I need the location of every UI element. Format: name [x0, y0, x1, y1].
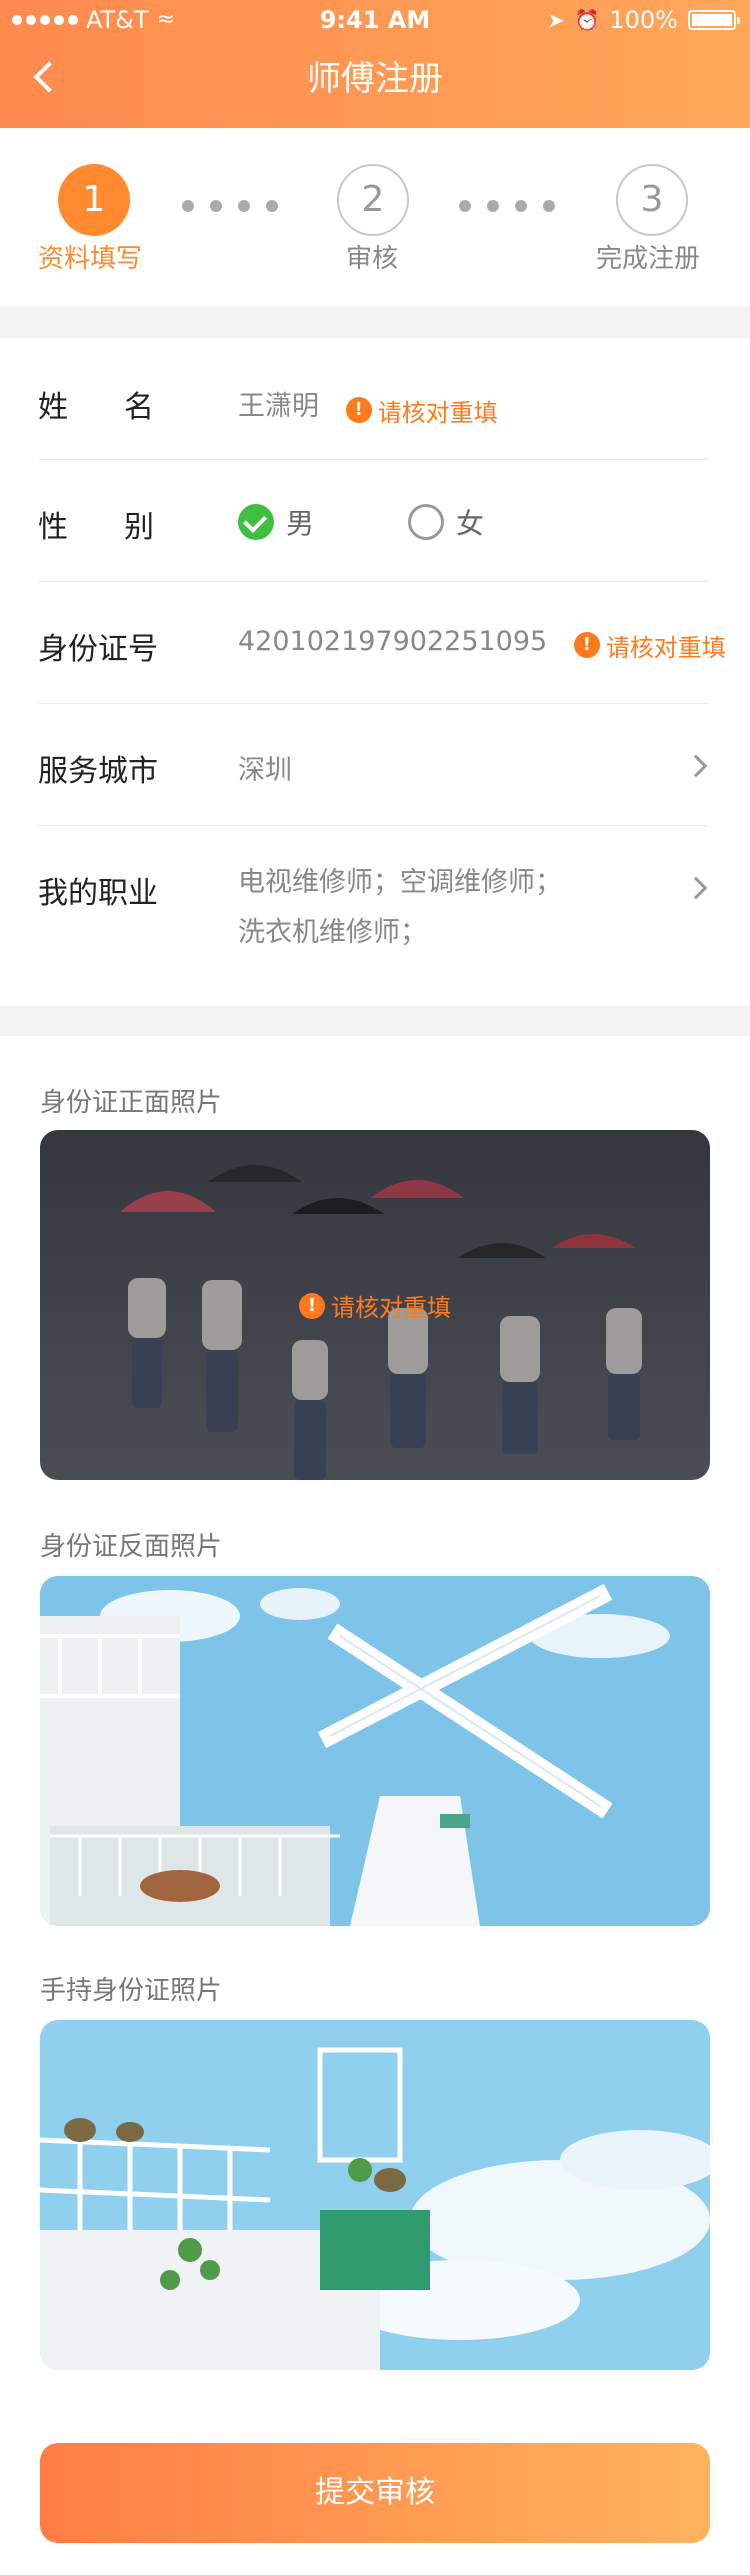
name-value-wrap: 王潇明 ! 请核对重填: [238, 384, 498, 428]
step-2-label: 审核: [346, 244, 399, 274]
handheld-photo-image: [40, 2020, 710, 2370]
step-3-label: 完成注册: [596, 244, 701, 274]
front-photo-upload[interactable]: ! 请核对重填: [40, 1130, 710, 1480]
id-number-row[interactable]: 身份证号 420102197902251095 ! 请核对重填: [38, 582, 726, 704]
city-row[interactable]: 服务城市 深圳: [38, 704, 708, 826]
gender-male-radio[interactable]: 男: [238, 502, 314, 542]
front-photo-warning: ! 请核对重填: [299, 1288, 451, 1323]
name-warning-text: 请核对重填: [377, 398, 498, 427]
job-line-1: 电视维修师；空调维修师；: [238, 867, 562, 898]
step-dots-2: [459, 200, 555, 212]
chevron-right-icon: [684, 876, 708, 900]
unchecked-circle-icon: [408, 504, 444, 540]
step-3-circle: 3: [616, 164, 688, 236]
handheld-photo-upload[interactable]: [40, 2020, 710, 2370]
id-number-warning-text: 请核对重填: [605, 633, 726, 662]
name-label: 姓名: [38, 390, 210, 425]
city-value: 深圳: [238, 755, 292, 786]
location-icon: ➤: [547, 8, 565, 32]
warning-icon: !: [299, 1292, 325, 1319]
handheld-photo-title: 手持身份证照片: [40, 1976, 223, 2006]
city-label: 服务城市: [38, 754, 158, 789]
back-photo-upload[interactable]: [40, 1576, 710, 1926]
alarm-icon: ⏰: [574, 8, 600, 32]
job-value: 电视维修师；空调维修师； 洗衣机维修师；: [238, 858, 562, 958]
id-number-value-wrap: 420102197902251095 ! 请核对重填: [238, 626, 726, 663]
job-label: 我的职业: [38, 876, 158, 911]
gender-female-radio[interactable]: 女: [408, 502, 484, 542]
gender-label: 性别: [38, 510, 210, 545]
step-2-circle: 2: [337, 164, 409, 236]
checked-circle-icon: [238, 504, 274, 540]
name-value[interactable]: 王潇明: [238, 391, 319, 422]
registration-steps: 1 资料填写 2 审核 3 完成注册: [0, 128, 750, 306]
id-number-value[interactable]: 420102197902251095: [238, 626, 547, 657]
battery-icon: [688, 10, 740, 30]
profile-form: 姓名 王潇明 ! 请核对重填 性别 男 女 身份证号 4201021979022…: [0, 338, 750, 1006]
battery-percent: 100%: [609, 6, 678, 34]
photo-section: 身份证正面照片 ! 请核对重填 身份证反面照片 手持身份证照片 提交审核: [0, 1036, 750, 2575]
submit-review-button[interactable]: 提交审核: [40, 2443, 710, 2543]
gender-male-label: 男: [286, 507, 315, 540]
step-dots-1: [182, 200, 278, 212]
warning-icon: !: [573, 632, 600, 658]
page-title: 师傅注册: [307, 59, 443, 99]
status-bar: AT&T ≈ 9:41 AM ➤ ⏰ 100%: [0, 0, 750, 40]
step-1-label: 资料填写: [38, 244, 143, 274]
chevron-right-icon: [684, 754, 708, 778]
job-line-2: 洗衣机维修师；: [238, 917, 427, 948]
front-photo-warning-wrap: ! 请核对重填: [40, 1288, 710, 1323]
back-photo-image: [40, 1576, 710, 1926]
gender-row: 性别 男 女: [38, 460, 708, 582]
front-photo-title: 身份证正面照片: [40, 1088, 223, 1118]
id-number-label: 身份证号: [38, 632, 158, 667]
name-row[interactable]: 姓名 王潇明 ! 请核对重填: [38, 338, 708, 460]
step-1-circle: 1: [58, 164, 130, 236]
job-row[interactable]: 我的职业 电视维修师；空调维修师； 洗衣机维修师；: [38, 826, 708, 1006]
app-header: AT&T ≈ 9:41 AM ➤ ⏰ 100% 师傅注册: [0, 0, 750, 128]
warning-icon: !: [345, 397, 372, 423]
id-number-warning: ! 请核对重填: [573, 628, 726, 663]
front-photo-warning-text: 请核对重填: [331, 1294, 451, 1322]
back-photo-title: 身份证反面照片: [40, 1532, 223, 1562]
gender-female-label: 女: [456, 507, 485, 540]
status-right: ➤ ⏰ 100%: [547, 0, 740, 40]
name-warning: ! 请核对重填: [345, 393, 498, 428]
